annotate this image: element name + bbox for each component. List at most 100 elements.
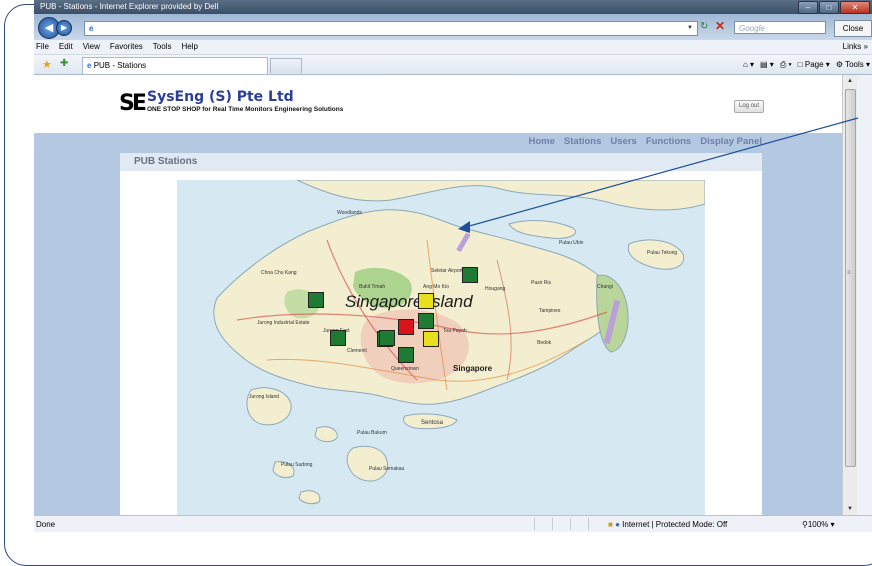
nav-functions[interactable]: Functions: [646, 136, 691, 147]
maximize-button[interactable]: □: [819, 1, 839, 14]
map-label-tekong: Pulau Tekong: [647, 250, 678, 256]
station-marker[interactable]: [379, 330, 395, 346]
company-logo[interactable]: SE SysEng (S) Pte Ltd ONE STOP SHOP for …: [119, 87, 359, 117]
map-label-pasir-ris: Pasir Ris: [531, 280, 552, 286]
status-text: Done: [36, 520, 56, 529]
new-tab-button[interactable]: [270, 58, 302, 73]
menu-bar: File Edit View Favorites Tools Help Link…: [34, 40, 872, 55]
refresh-icon[interactable]: ↻: [700, 21, 708, 32]
site-header: SE SysEng (S) Pte Ltd ONE STOP SHOP for …: [34, 75, 842, 133]
logo-mark: SE: [119, 91, 147, 116]
gear-icon: ⚙: [835, 60, 843, 69]
station-marker[interactable]: [398, 347, 414, 363]
status-segment: [552, 518, 569, 530]
links-button[interactable]: Links: [843, 42, 862, 51]
page-menu[interactable]: □ Page ▾: [798, 58, 830, 72]
home-icon[interactable]: ⌂ ▾: [743, 58, 754, 72]
tab-pub-stations[interactable]: e PUB - Stations: [82, 57, 268, 74]
nav-home[interactable]: Home: [529, 136, 555, 147]
zone-label: Internet | Protected Mode: Off: [622, 520, 728, 529]
tools-label: Tools: [845, 60, 864, 69]
nav-users[interactable]: Users: [610, 136, 636, 147]
station-marker[interactable]: [330, 330, 346, 346]
company-name: SysEng (S) Pte Ltd: [147, 89, 294, 105]
map-label-clementi: Clementi: [347, 348, 367, 354]
map-label-city: Singapore: [453, 364, 493, 373]
feeds-icon[interactable]: ▤ ▾: [760, 58, 774, 72]
map-label-jurong-island: Jurong Island: [249, 394, 280, 400]
chevron-right-icon[interactable]: »: [864, 42, 868, 51]
map-label-changi: Changi: [597, 284, 613, 290]
forward-button[interactable]: ▶: [56, 20, 72, 36]
add-favorites-icon[interactable]: ✚: [60, 58, 68, 69]
map-label-bukum: Pulau Bukum: [357, 430, 387, 436]
station-marker[interactable]: [398, 319, 414, 335]
station-marker[interactable]: [423, 331, 439, 347]
map-label-tampines: Tampines: [539, 308, 561, 314]
menu-tools[interactable]: Tools: [153, 40, 172, 54]
minimize-button[interactable]: –: [798, 1, 818, 14]
tools-menu[interactable]: ⚙ Tools ▾: [836, 58, 870, 72]
nav-display-panel[interactable]: Display Panel: [700, 136, 762, 147]
map-graphic: [213, 180, 705, 505]
menu-help[interactable]: Help: [181, 40, 197, 54]
browser-window: PUB - Stations - Internet Explorer provi…: [34, 0, 872, 532]
favorites-star-icon[interactable]: ★: [42, 58, 52, 71]
station-marker[interactable]: [308, 292, 324, 308]
globe-icon: ●: [615, 520, 620, 529]
menu-favorites[interactable]: Favorites: [110, 40, 143, 54]
scroll-up-icon[interactable]: ▲: [843, 75, 857, 87]
map-label-semakau: Pulau Semakau: [369, 466, 405, 472]
close-button[interactable]: Close: [834, 20, 872, 37]
page-label: Page: [804, 60, 824, 69]
station-marker[interactable]: [418, 293, 434, 309]
stop-icon[interactable]: ✕: [715, 19, 725, 33]
company-tagline: ONE STOP SHOP for Real Time Monitors Eng…: [147, 106, 344, 113]
map-label-toa-payoh: Toa Payoh: [443, 328, 467, 334]
logout-button[interactable]: Log out: [734, 100, 764, 113]
scrollbar-grip-icon: ≡: [847, 270, 851, 276]
site-nav: Home Stations Users Functions Display Pa…: [34, 133, 842, 151]
page-icon: □: [797, 60, 803, 69]
print-icon[interactable]: ⎙ ▾: [780, 58, 792, 72]
map-label-seletar: Seletar Airport: [431, 268, 463, 274]
close-window-button[interactable]: ✕: [840, 1, 870, 14]
singapore-map[interactable]: Singapore Island Singapore Sentosa Pulau…: [177, 180, 705, 515]
ie-tab-icon: e: [87, 61, 92, 70]
station-marker[interactable]: [462, 267, 478, 283]
lock-icon: ■: [608, 520, 613, 529]
map-label-ubin: Pulau Ubin: [559, 240, 584, 246]
nav-stations[interactable]: Stations: [564, 136, 601, 147]
status-bar: Done ■ ● Internet | Protected Mode: Off …: [34, 515, 872, 532]
menu-edit[interactable]: Edit: [59, 40, 73, 54]
ie-page-icon: e: [89, 24, 94, 33]
map-label-sentosa: Sentosa: [421, 420, 444, 426]
stations-panel: PUB Stations Singapore Island Singapore …: [120, 153, 762, 515]
scrollbar-thumb[interactable]: [845, 89, 856, 467]
address-bar[interactable]: e ▼: [84, 21, 698, 36]
status-segment: [588, 518, 605, 530]
map-label-sudong: Pulau Sudong: [281, 462, 313, 468]
tab-bar: ★ ✚ e PUB - Stations ⌂ ▾ ▤ ▾ ⎙ ▾ □ Page …: [34, 55, 872, 75]
map-label-bedok: Bedok: [537, 340, 552, 346]
scroll-down-icon[interactable]: ▼: [843, 503, 857, 515]
navigation-bar: ◀ ▶ e ▼ ↻ ✕ Google Close: [34, 14, 872, 40]
zoom-level: 100%: [807, 520, 829, 529]
map-label-jurong-west: Jurong Industrial Estate: [257, 320, 310, 326]
vertical-scrollbar[interactable]: ▲ ≡ ▼: [842, 75, 857, 515]
search-input[interactable]: Google: [734, 21, 826, 34]
address-dropdown-icon[interactable]: ▼: [687, 22, 693, 35]
window-title: PUB - Stations - Internet Explorer provi…: [40, 2, 219, 11]
station-marker[interactable]: [418, 313, 434, 329]
status-segment: [570, 518, 587, 530]
menu-file[interactable]: File: [36, 40, 49, 54]
security-zone[interactable]: ■ ● Internet | Protected Mode: Off: [608, 516, 727, 532]
menu-view[interactable]: View: [83, 40, 100, 54]
panel-title: PUB Stations: [120, 153, 762, 171]
title-bar: PUB - Stations - Internet Explorer provi…: [34, 0, 872, 14]
tab-title: PUB - Stations: [93, 61, 147, 70]
map-label-hougang: Hougang: [485, 286, 506, 292]
map-label-queenstown: Queenstown: [391, 366, 420, 372]
zoom-control[interactable]: ⚲100% ▾: [802, 516, 835, 532]
page-content: SE SysEng (S) Pte Ltd ONE STOP SHOP for …: [34, 75, 842, 515]
